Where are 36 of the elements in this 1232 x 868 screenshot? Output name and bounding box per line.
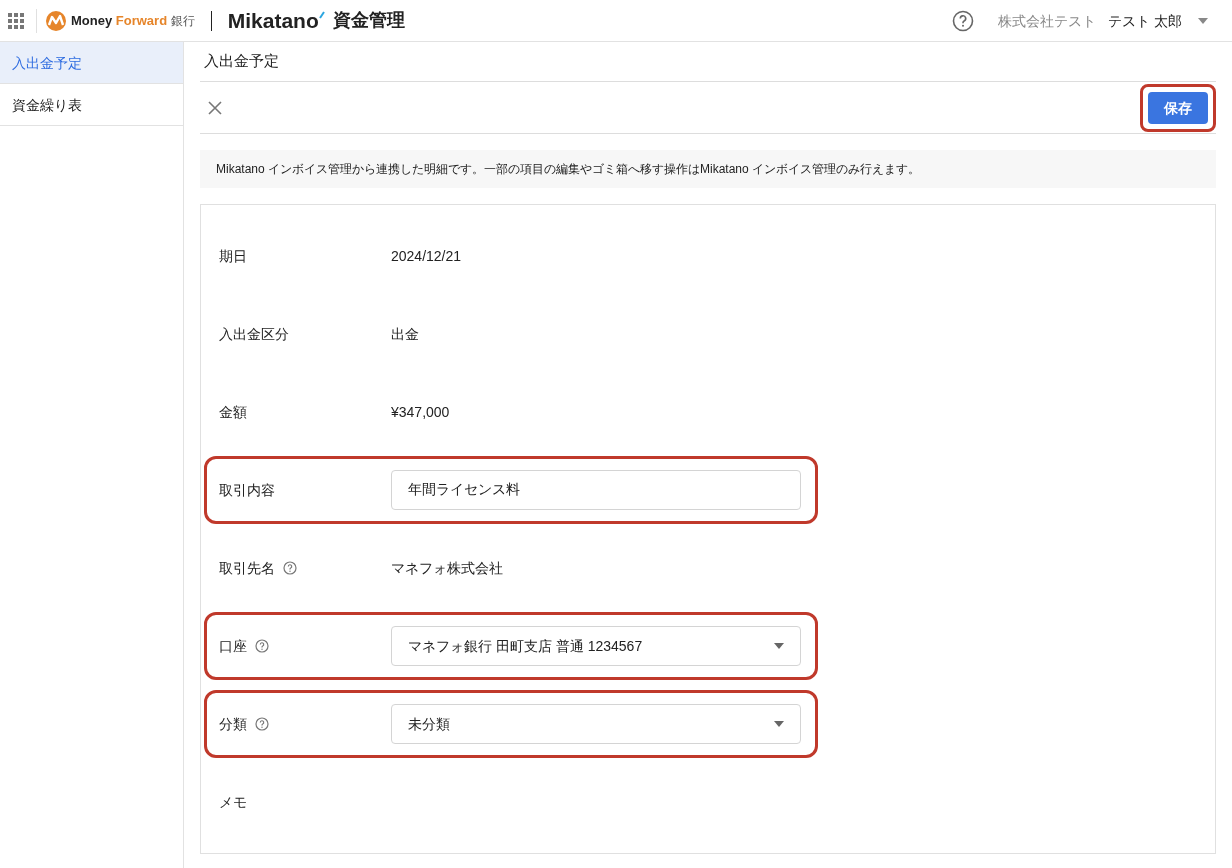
sidebar-item[interactable]: 入出金予定 xyxy=(0,42,183,84)
field-label: メモ xyxy=(219,793,247,812)
save-button[interactable]: 保存 xyxy=(1148,91,1208,124)
caret-icon xyxy=(774,721,784,727)
logo-accent-icon xyxy=(318,11,325,19)
user-name[interactable]: テスト 太郎 xyxy=(1108,10,1182,31)
field-value: 2024/12/21 xyxy=(391,247,462,266)
field-label: 分類 xyxy=(219,715,247,734)
field-value: 出金 xyxy=(391,325,419,344)
close-icon[interactable] xyxy=(208,100,222,115)
field-value: ¥347,000 xyxy=(391,403,450,422)
select-field[interactable]: 未分類 xyxy=(391,704,801,744)
caret-icon[interactable] xyxy=(1198,17,1208,24)
select-field[interactable]: マネフォ銀行 田町支店 普通 1234567 xyxy=(391,626,801,666)
product-logo: Mikatano xyxy=(227,7,319,34)
field-label: 金額 xyxy=(219,403,247,422)
sidebar-item[interactable]: 資金繰り表 xyxy=(0,84,183,126)
brand-logo: Money Forward 銀行 xyxy=(71,11,195,30)
text-field[interactable]: 年間ライセンス料 xyxy=(391,470,801,510)
company-name: 株式会社テスト xyxy=(998,11,1097,31)
product-name: 資金管理 xyxy=(332,9,405,32)
info-notice: Mikatano インボイス管理から連携した明細です。一部の項目の編集やゴミ箱へ移す操作はMikatano インボイス管理のみ行えます。 xyxy=(200,150,1216,188)
field-label: 口座 xyxy=(219,637,247,656)
help-icon[interactable] xyxy=(283,561,297,575)
help-icon[interactable] xyxy=(255,639,269,653)
caret-icon xyxy=(774,643,784,649)
help-icon[interactable] xyxy=(952,9,975,32)
page-title: 入出金予定 xyxy=(200,42,1216,82)
field-value: マネフォ株式会社 xyxy=(391,559,503,578)
field-label: 取引内容 xyxy=(219,481,275,500)
field-label: 入出金区分 xyxy=(219,325,289,344)
help-icon[interactable] xyxy=(255,717,269,731)
field-label: 期日 xyxy=(219,247,247,266)
field-label: 取引先名 xyxy=(219,559,275,578)
app-grid-icon[interactable] xyxy=(8,12,24,29)
coin-logo-icon xyxy=(45,9,67,32)
